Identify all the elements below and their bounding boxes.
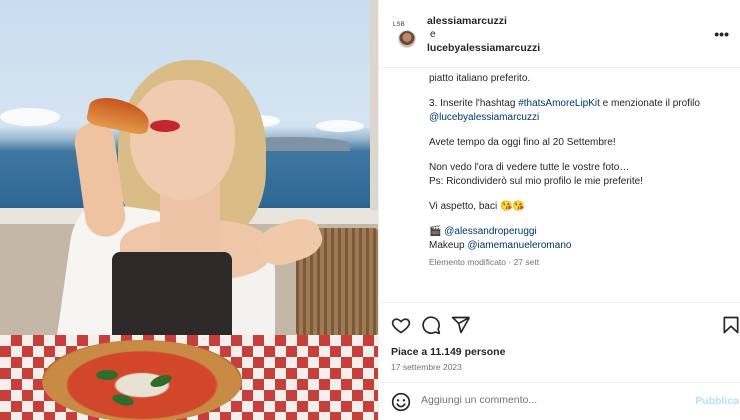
caption-goodbye: Vi aspetto, baci 😘😘: [429, 201, 525, 212]
clapperboard-icon: 🎬: [429, 226, 442, 237]
caption-wait: Non vedo l'ora di vedere tutte le vostre…: [429, 161, 729, 189]
publish-button[interactable]: Pubblica: [695, 395, 739, 407]
share-icon[interactable]: [451, 315, 471, 335]
woman-face: [130, 80, 235, 200]
post-caption: piatto italiano preferito. 3. Inserite l…: [429, 72, 729, 269]
bookmark-icon[interactable]: [721, 315, 740, 335]
author-avatar-group[interactable]: LSB: [393, 22, 419, 50]
pillar: [370, 0, 378, 210]
black-top: [112, 252, 232, 342]
caption-credit-makeup: Makeup @iamemanueleromano: [429, 239, 729, 253]
caption-text: Ps: Ricondividerò sul mio profilo le mie…: [429, 176, 643, 187]
avatar-badge: LSB: [393, 22, 405, 28]
post-side-panel: LSB alessiamarcuzzi e lucebyalessiamarcu…: [378, 0, 740, 420]
collaborator-username[interactable]: lucebyalessiamarcuzzi: [427, 42, 540, 54]
comment-bar: Pubblica: [379, 382, 740, 420]
caption-text: Non vedo l'ora di vedere tutte le vostre…: [429, 162, 630, 173]
caption-credit-photo: 🎬 @alessandroperuggi: [429, 225, 729, 239]
mention-link[interactable]: @alessandroperuggi: [444, 226, 536, 237]
red-lips: [150, 120, 180, 132]
post-date: 17 settembre 2023: [391, 362, 462, 372]
author-username[interactable]: alessiamarcuzzi: [427, 15, 507, 27]
caption-line: piatto italiano preferito.: [429, 73, 531, 84]
comment-input[interactable]: [421, 394, 681, 406]
mention-link[interactable]: @lucebyalessiamarcuzzi: [429, 112, 539, 123]
post-header: LSB alessiamarcuzzi e lucebyalessiamarcu…: [379, 0, 740, 68]
caption-text: 3. Inserite l'hashtag: [429, 98, 519, 109]
edited-meta: Elemento modificato · 27 sett: [429, 257, 540, 267]
avatar[interactable]: [398, 30, 416, 48]
caption-deadline: Avete tempo da oggi fino al 20 Settembre…: [429, 137, 616, 148]
author-conjunction: e: [430, 29, 436, 40]
hashtag-link[interactable]: #thatsAmoreLipKit: [518, 98, 600, 109]
pizza: [42, 340, 242, 420]
emoji-icon[interactable]: [391, 392, 411, 412]
post-photo[interactable]: [0, 0, 378, 420]
cloud: [0, 108, 60, 126]
basil-leaf: [96, 370, 118, 380]
likes-count[interactable]: Piace a 11.149 persone: [391, 346, 505, 358]
mention-link[interactable]: @iamemanueleromano: [467, 240, 571, 251]
heart-icon[interactable]: [391, 315, 411, 335]
more-options-icon[interactable]: •••: [714, 26, 729, 42]
comment-icon[interactable]: [421, 315, 441, 335]
caption-step-3: 3. Inserite l'hashtag #thatsAmoreLipKit …: [429, 97, 729, 125]
cloud: [316, 120, 364, 132]
caption-text: Makeup: [429, 240, 468, 251]
post-actions: Piace a 11.149 persone 17 settembre 2023: [379, 302, 740, 392]
caption-text: e menzionate il profilo: [599, 98, 700, 109]
